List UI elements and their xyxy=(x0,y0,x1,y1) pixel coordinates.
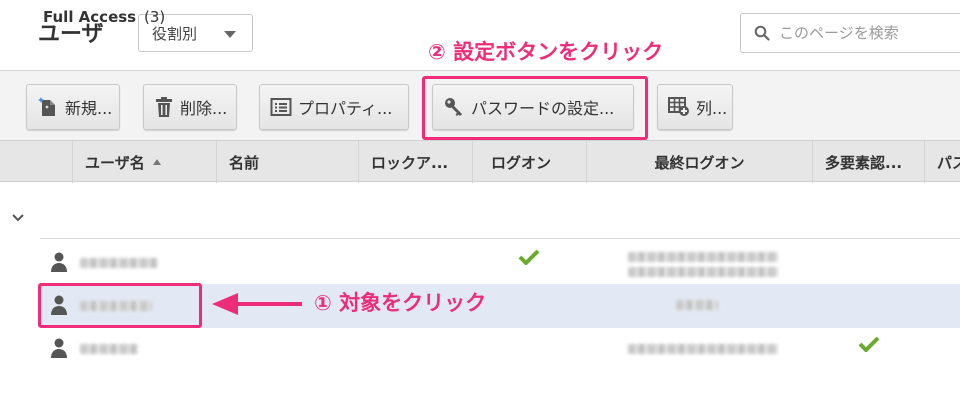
arrow-left-icon xyxy=(212,293,302,315)
chevron-down-icon[interactable] xyxy=(12,207,24,226)
chevron-down-icon xyxy=(224,31,236,38)
column-mfa-label: 多要素認... xyxy=(825,153,903,172)
user-icon xyxy=(50,251,68,277)
last-logon-redacted xyxy=(628,344,778,354)
new-button[interactable]: 新規... xyxy=(26,84,120,130)
search-box[interactable] xyxy=(740,13,960,53)
column-last-logon-label: 最終ログオン xyxy=(654,153,745,172)
column-logon[interactable]: ログオン xyxy=(472,141,586,183)
delete-button-label: 削除... xyxy=(180,99,228,118)
username-redacted xyxy=(80,344,138,354)
column-mfa[interactable]: 多要素認... xyxy=(812,141,924,183)
last-logon-redacted xyxy=(628,252,778,262)
annotation-step1: ① 対象をクリック xyxy=(314,291,487,315)
column-username-label: ユーザ名 xyxy=(85,153,145,172)
user-icon xyxy=(50,337,68,363)
group-label: Full Access xyxy=(43,8,137,26)
columns-button[interactable]: 列... xyxy=(657,84,733,130)
checkmark-icon xyxy=(858,336,880,356)
table-row[interactable] xyxy=(40,327,960,371)
last-logon-redacted xyxy=(676,300,718,310)
search-input[interactable] xyxy=(779,24,959,42)
column-last-logon[interactable]: 最終ログオン xyxy=(586,141,812,183)
table-header: ユーザ名 名前 ロックア... ログオン 最終ログオン 多要素認... パス xyxy=(0,140,960,183)
columns-button-label: 列... xyxy=(696,99,728,118)
delete-button[interactable]: 削除... xyxy=(143,84,237,130)
search-icon xyxy=(754,25,770,45)
column-lockout-label: ロックア... xyxy=(371,153,449,172)
new-document-icon xyxy=(38,97,55,116)
column-name[interactable]: 名前 xyxy=(216,141,358,183)
table-columns-icon xyxy=(668,97,689,116)
annotation-highlight-target-row xyxy=(38,283,202,328)
new-button-label: 新規... xyxy=(65,99,113,118)
group-count: (3) xyxy=(144,8,166,26)
column-lockout[interactable]: ロックア... xyxy=(358,141,472,183)
divider xyxy=(40,238,960,239)
annotation-highlight-password-button xyxy=(422,76,648,140)
trash-icon xyxy=(156,97,172,117)
properties-button[interactable]: プロパティ... xyxy=(259,84,409,130)
column-username[interactable]: ユーザ名 xyxy=(72,141,216,183)
column-logon-label: ログオン xyxy=(491,153,552,172)
column-more-label: パス xyxy=(937,153,960,172)
last-logon-redacted xyxy=(628,267,778,277)
table-row[interactable] xyxy=(40,241,960,285)
properties-list-icon xyxy=(270,98,292,116)
group-full-access[interactable] xyxy=(0,196,960,230)
column-more[interactable]: パス xyxy=(924,141,960,183)
sort-ascending-icon xyxy=(152,159,161,165)
column-name-label: 名前 xyxy=(229,153,260,172)
username-redacted xyxy=(80,258,158,268)
checkmark-icon xyxy=(518,249,540,269)
annotation-step2: ② 設定ボタンをクリック xyxy=(428,40,664,64)
properties-button-label: プロパティ... xyxy=(298,99,393,118)
